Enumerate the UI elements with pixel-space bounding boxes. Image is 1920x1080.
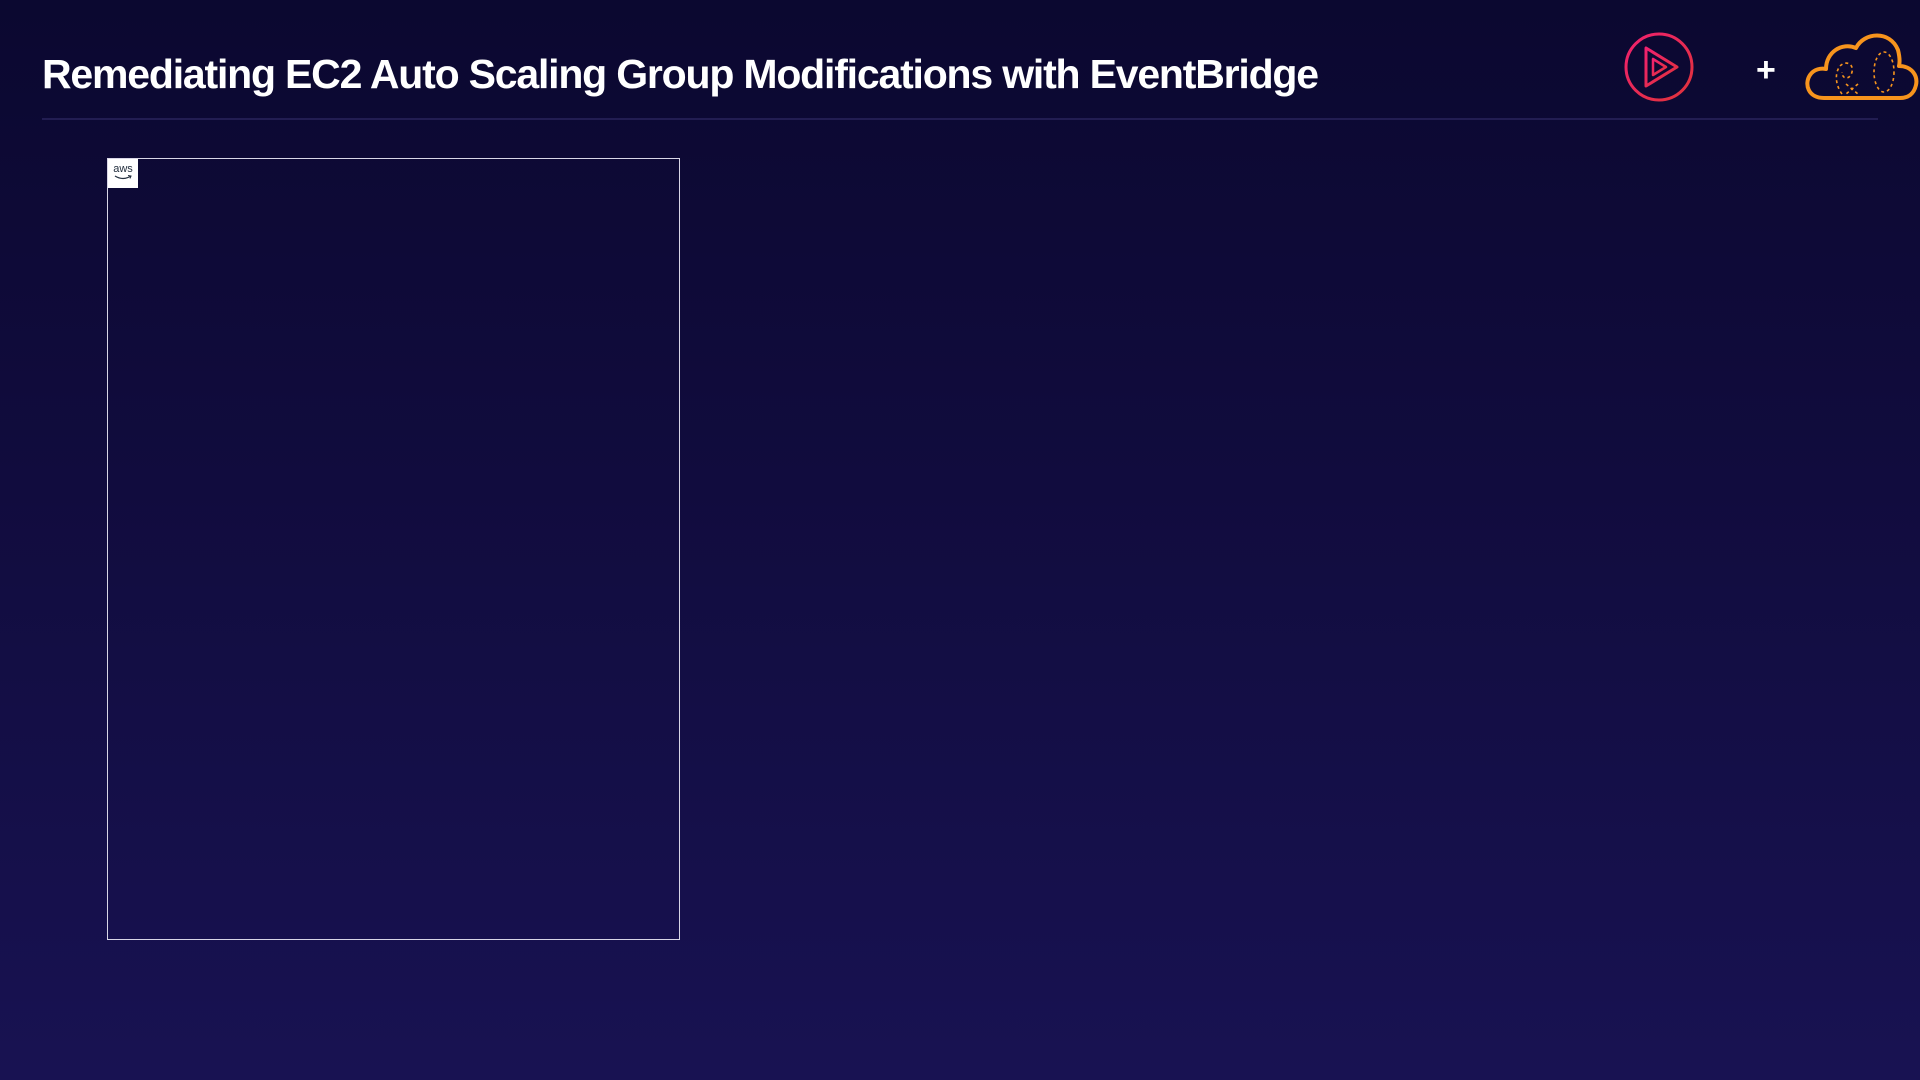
aws-logo-icon: aws bbox=[108, 159, 138, 188]
pluralsight-play-icon bbox=[1624, 32, 1694, 102]
slide-title: Remediating EC2 Auto Scaling Group Modif… bbox=[42, 51, 1319, 97]
slide-header: Remediating EC2 Auto Scaling Group Modif… bbox=[42, 0, 1919, 120]
plus-sign: + bbox=[1756, 51, 1776, 89]
header-divider bbox=[42, 118, 1878, 120]
aws-cloud-boundary: aws bbox=[107, 158, 680, 940]
aws-smile-icon bbox=[114, 175, 132, 180]
acloudguru-cloud-icon bbox=[1805, 33, 1919, 100]
aws-badge-label: aws bbox=[113, 163, 133, 175]
